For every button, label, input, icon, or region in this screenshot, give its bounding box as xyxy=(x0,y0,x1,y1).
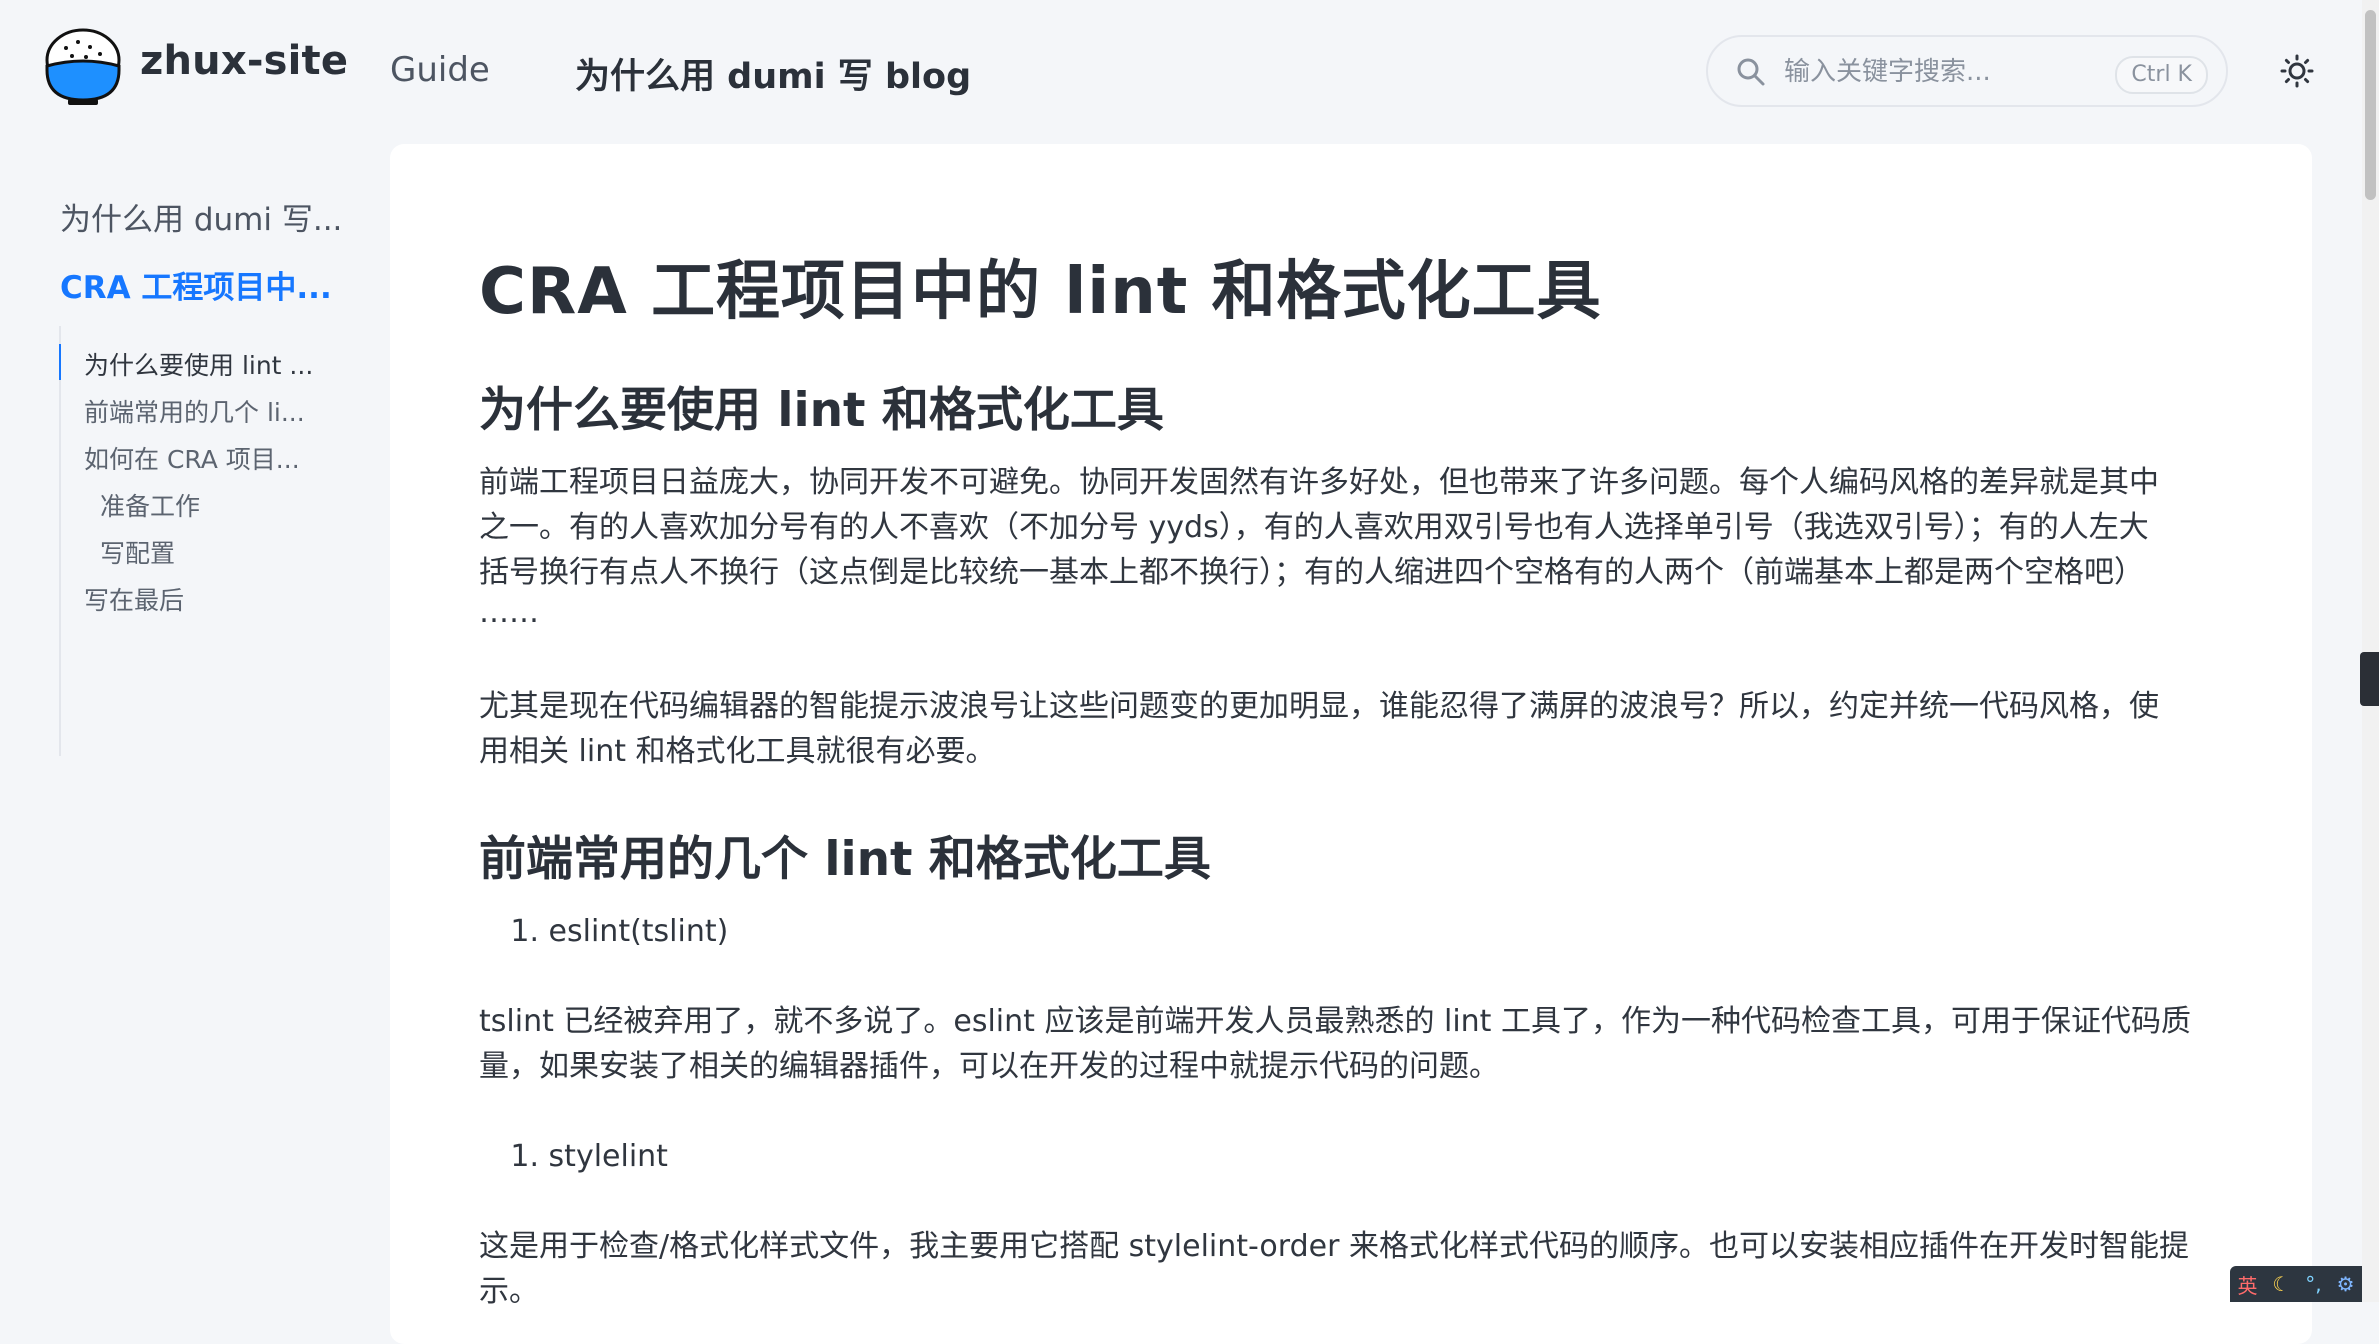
sidebar-item-dumi-blog[interactable]: 为什么用 dumi 写... xyxy=(60,194,342,239)
paragraph-line: 前端工程项目日益庞大，协同开发不可避免。协同开发固然有许多好处，但也带来了许多问… xyxy=(479,465,2159,500)
section-heading-why-lint: 为什么要使用 lint 和格式化工具 xyxy=(479,383,1164,438)
list-number: 1. xyxy=(510,914,539,949)
paragraph-line: 量，如果安装了相关的编辑器插件，可以在开发的过程中就提示代码的问题。 xyxy=(479,1049,1499,1084)
paragraph-line: …… xyxy=(479,595,539,630)
paragraph-line: 这是用于检查/格式化样式文件，我主要用它搭配 stylelint-order 来… xyxy=(479,1229,2189,1264)
site-title[interactable]: zhux-site xyxy=(140,38,348,84)
toc-item-common-tools[interactable]: 前端常用的几个 li... xyxy=(84,393,305,429)
paragraph-line: 尤其是现在代码编辑器的智能提示波浪号让这些问题变的更加明显，谁能忍得了满屏的波浪… xyxy=(479,689,2159,724)
article-card: CRA 工程项目中的 lint 和格式化工具 为什么要使用 lint 和格式化工… xyxy=(390,144,2312,1344)
toc-item-write-config[interactable]: 写配置 xyxy=(100,534,175,570)
search-box[interactable]: Ctrl K xyxy=(1706,35,2228,107)
ime-language-indicator[interactable]: 英 xyxy=(2237,1270,2257,1299)
nav-link-guide[interactable]: Guide xyxy=(390,50,490,90)
sidebar-item-cra-lint[interactable]: CRA 工程项目中... xyxy=(60,262,332,307)
top-header: zhux-site Guide 为什么用 dumi 写 blog Ctrl K xyxy=(0,0,2379,140)
paragraph-line: tslint 已经被弃用了，就不多说了。eslint 应该是前端开发人员最熟悉的… xyxy=(479,1004,2191,1039)
gear-icon[interactable]: ⚙ xyxy=(2337,1272,2355,1296)
article-title: CRA 工程项目中的 lint 和格式化工具 xyxy=(479,255,1602,329)
paragraph-line: 之一。有的人喜欢加分号有的人不喜欢（不加分号 yyds），有的人喜欢用双引号也有… xyxy=(479,510,2149,545)
ime-toolbar: 英 ☾ °, ⚙ xyxy=(2230,1266,2362,1302)
toc-item-preparation[interactable]: 准备工作 xyxy=(100,487,200,523)
table-of-contents: 为什么要使用 lint ... 前端常用的几个 li... 如何在 CRA 项目… xyxy=(59,326,321,756)
paragraph-line: 括号换行有点人不换行（这点倒是比较统一基本上都不换行）；有的人缩进四个空格有的人… xyxy=(479,555,2144,590)
section-heading-common-tools: 前端常用的几个 lint 和格式化工具 xyxy=(479,832,1211,887)
paragraph-line: 用相关 lint 和格式化工具就很有必要。 xyxy=(479,734,996,769)
rice-bowl-logo-icon[interactable] xyxy=(44,26,122,106)
page-scrollbar[interactable] xyxy=(2362,0,2379,1302)
search-input[interactable] xyxy=(1782,51,2106,93)
paragraph-line: 示。 xyxy=(479,1274,539,1309)
moon-icon[interactable]: ☾ xyxy=(2272,1272,2290,1296)
list-item: 1. stylelint xyxy=(479,1134,668,1179)
list-item-text: eslint(tslint) xyxy=(548,914,729,949)
sidebar: 为什么用 dumi 写... CRA 工程项目中... 为什么要使用 lint … xyxy=(0,140,390,1302)
toc-item-final-words[interactable]: 写在最后 xyxy=(84,581,184,617)
shortcut-badge: Ctrl K xyxy=(2115,56,2208,94)
toc-item-how-in-cra[interactable]: 如何在 CRA 项目... xyxy=(84,440,300,476)
side-panel-handle[interactable] xyxy=(2360,652,2379,706)
toc-item-why-lint[interactable]: 为什么要使用 lint ... xyxy=(84,346,313,382)
list-item: 1. eslint(tslint) xyxy=(479,909,728,954)
list-number: 1. xyxy=(510,1139,539,1174)
scrollbar-thumb[interactable] xyxy=(2365,10,2376,200)
search-icon xyxy=(1737,58,1765,86)
punctuation-icon[interactable]: °, xyxy=(2305,1272,2321,1296)
sun-icon[interactable] xyxy=(2280,54,2314,88)
toc-active-marker xyxy=(59,344,61,380)
list-item-text: stylelint xyxy=(548,1139,668,1174)
nav-link-blog[interactable]: 为什么用 dumi 写 blog xyxy=(575,48,971,99)
